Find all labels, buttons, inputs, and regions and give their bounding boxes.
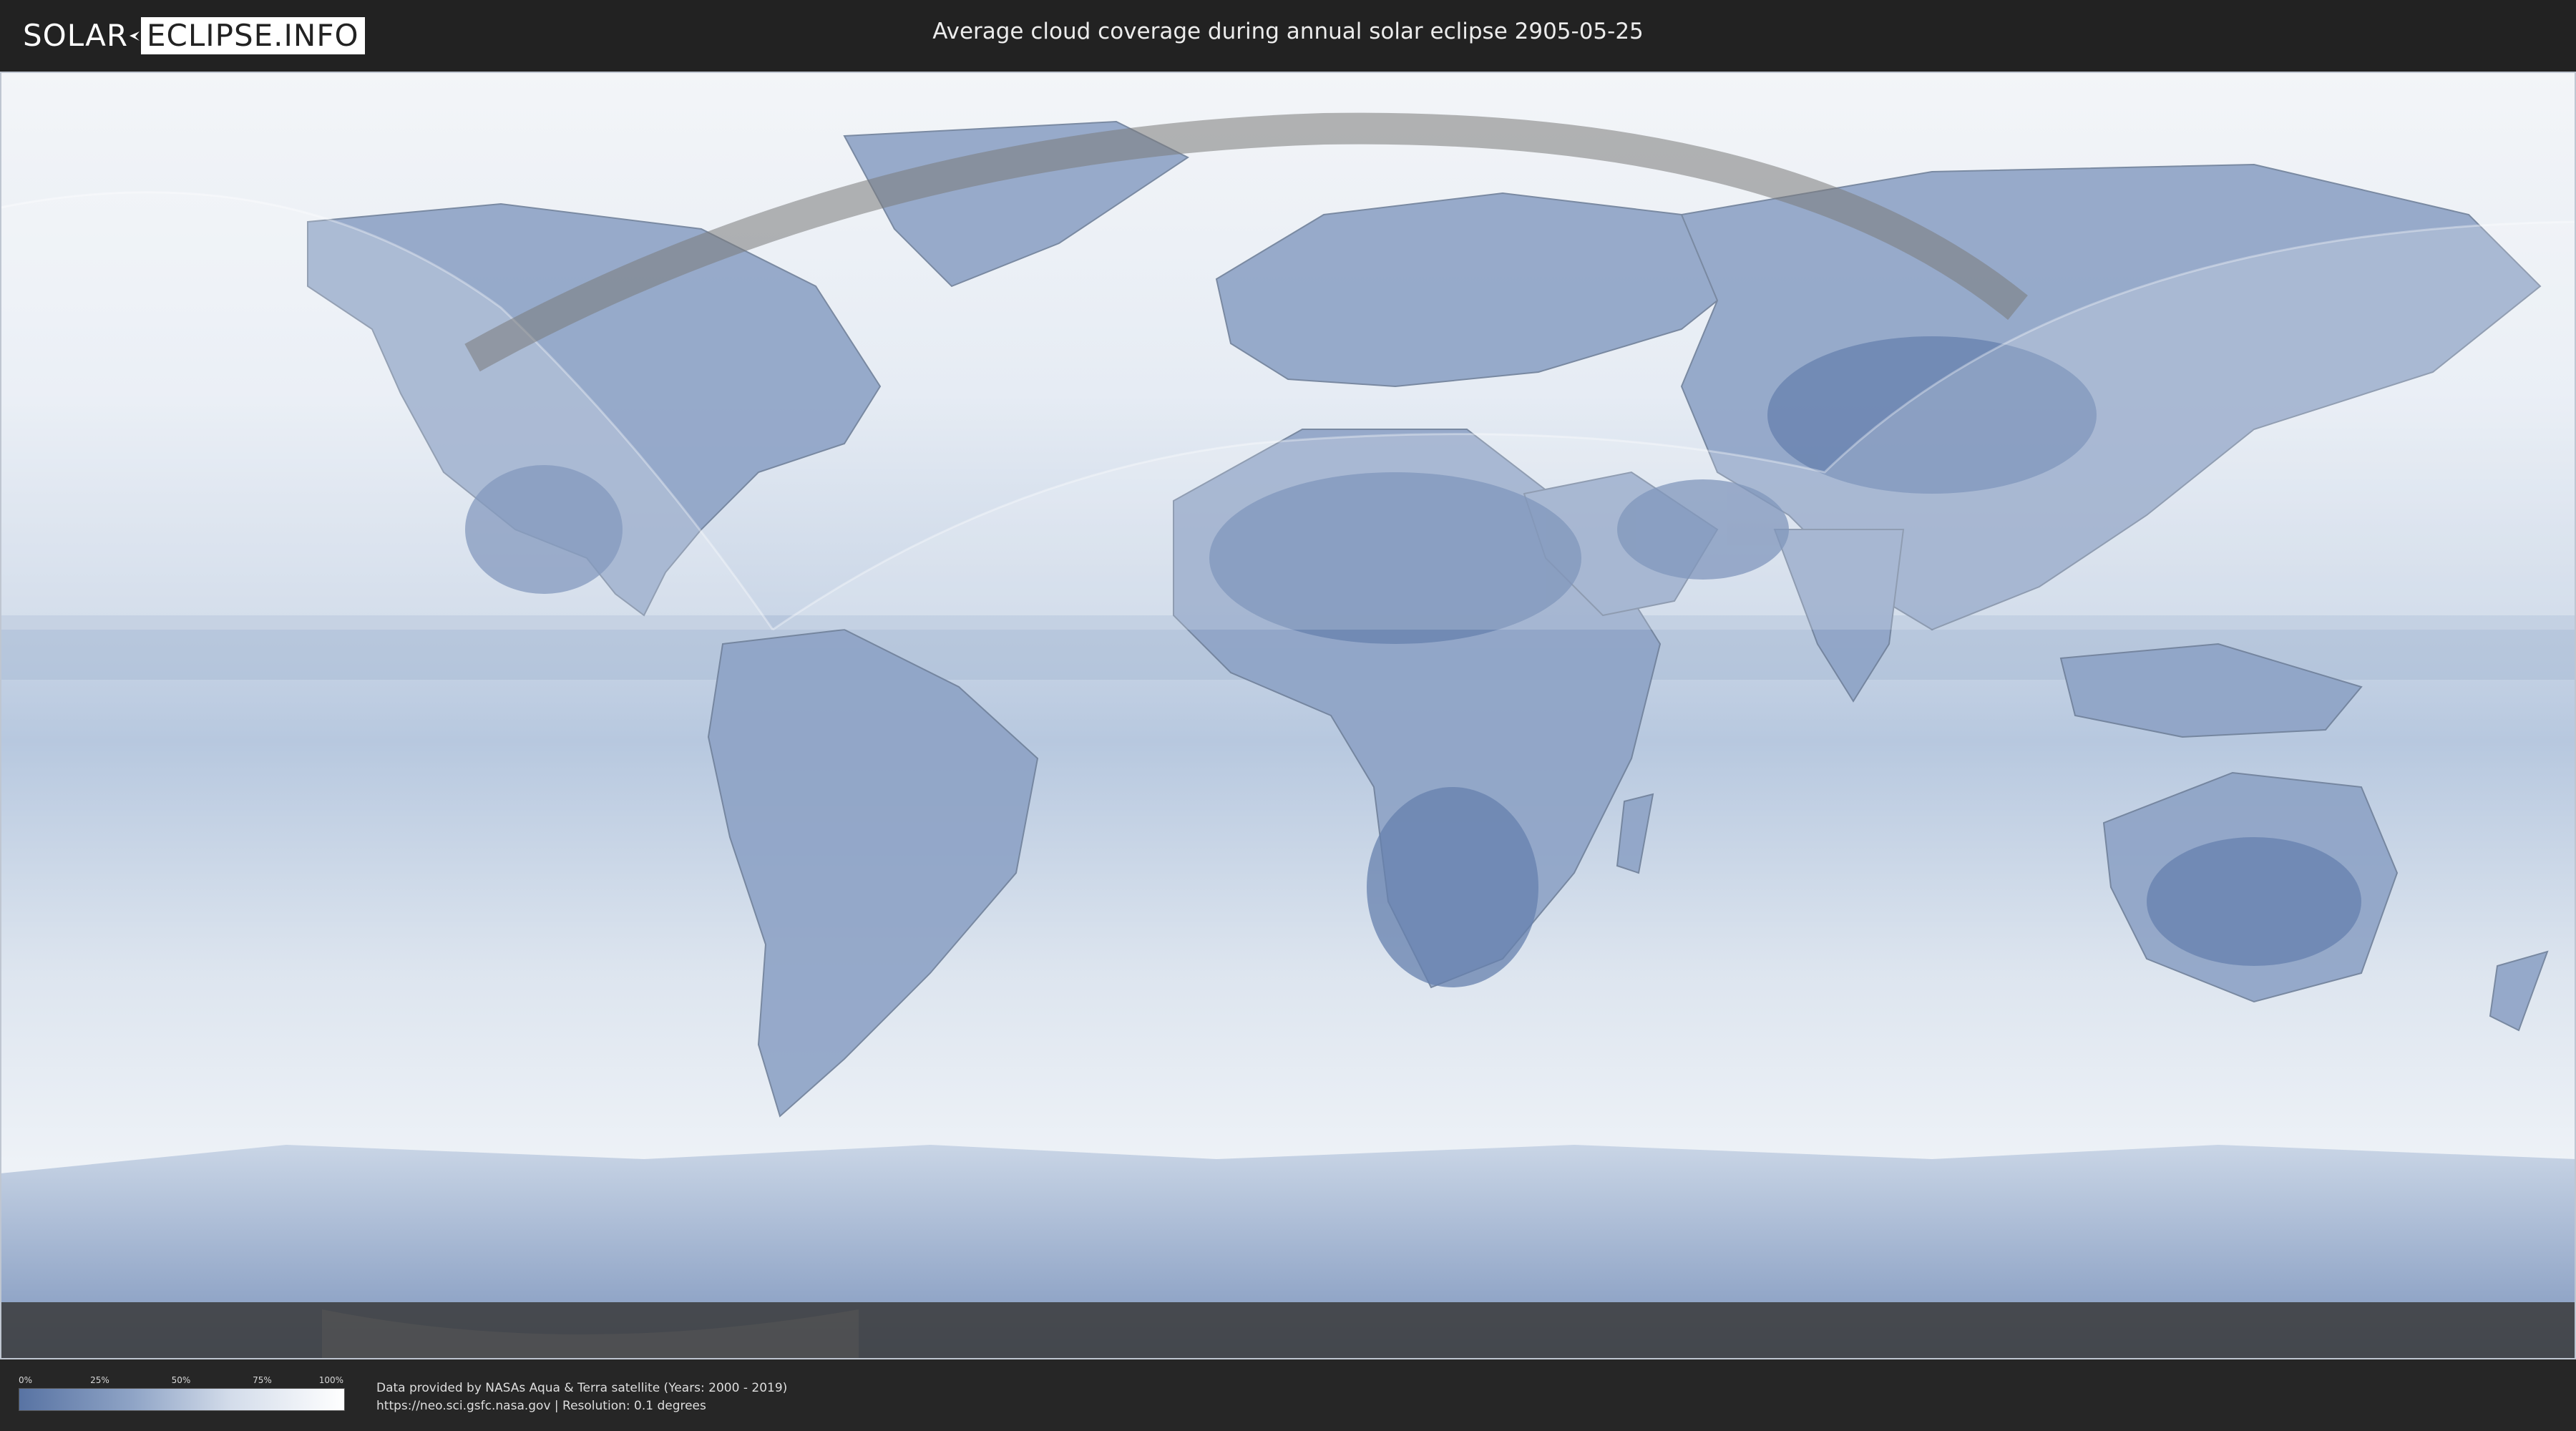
legend-tick-0: 0% <box>19 1375 33 1385</box>
cloud-coverage-legend: 0% 25% 50% 75% 100% <box>19 1375 345 1411</box>
legend-ticks: 0% 25% 50% 75% 100% <box>19 1375 343 1388</box>
credits-line-source: Data provided by NASAs Aqua & Terra sate… <box>376 1381 788 1395</box>
legend-tick-50: 50% <box>171 1375 191 1385</box>
legend-tick-25: 25% <box>90 1375 109 1385</box>
world-map-svg <box>0 72 2576 1359</box>
footer-bar: 0% 25% 50% 75% 100% Data provided by NAS… <box>0 1359 2576 1431</box>
legend-tick-100: 100% <box>318 1375 343 1385</box>
legend-tick-75: 75% <box>253 1375 272 1385</box>
header-bar: SOLAR ECLIPSE.INFO Average cloud coverag… <box>0 0 2576 72</box>
credits-line-url[interactable]: https://neo.sci.gsfc.nasa.gov | Resoluti… <box>376 1397 787 1415</box>
cloud-coverage-map[interactable] <box>0 72 2576 1359</box>
data-credits: Data provided by NASAs Aqua & Terra sate… <box>376 1379 787 1415</box>
page-title: Average cloud coverage during annual sol… <box>932 19 1644 44</box>
legend-color-bar <box>19 1388 345 1411</box>
